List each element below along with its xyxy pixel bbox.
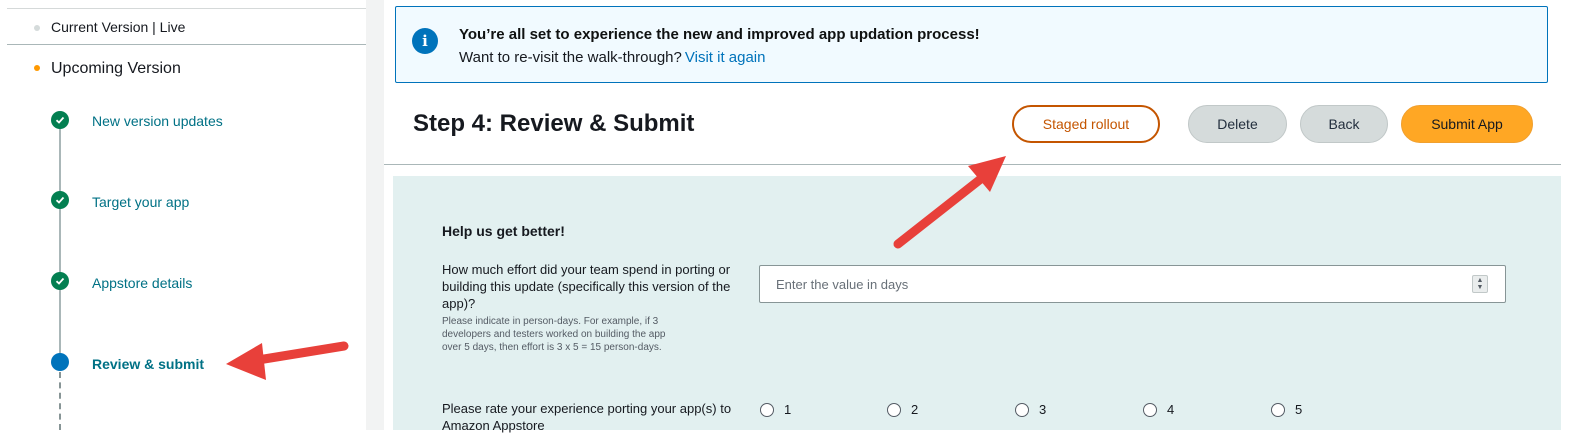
current-version-label: Current Version | Live	[51, 19, 186, 35]
banner-title: You’re all set to experience the new and…	[459, 26, 980, 43]
rating-option-4[interactable]: 4	[1143, 402, 1174, 417]
sidebar-step-review-submit[interactable]: Review & submit	[92, 356, 204, 372]
rating-option-label: 3	[1039, 402, 1047, 417]
rating-option-label: 5	[1295, 402, 1303, 417]
rating-option-2[interactable]: 2	[887, 402, 918, 417]
step-connector-dashed	[59, 372, 61, 430]
rating-option-1[interactable]: 1	[760, 402, 791, 417]
sidebar-step-new-version-updates[interactable]: New version updates	[92, 113, 223, 129]
banner-text: Want to re-visit the walk-through?	[459, 49, 682, 66]
effort-question-label: How much effort did your team spend in p…	[442, 262, 731, 311]
status-dot-icon	[34, 65, 40, 71]
info-icon: i	[412, 28, 438, 54]
effort-help-text: Please indicate in person-days. For exam…	[442, 316, 666, 353]
effort-days-input[interactable]	[759, 265, 1506, 303]
sidebar-step-target-your-app[interactable]: Target your app	[92, 194, 189, 210]
page-title: Step 4: Review & Submit	[413, 110, 695, 137]
rating-option-label: 1	[784, 402, 792, 417]
banner-text-line: Want to re-visit the walk-through? Visit …	[459, 49, 765, 66]
staged-rollout-button[interactable]: Staged rollout	[1012, 105, 1160, 143]
status-dot-icon	[34, 25, 40, 31]
back-button[interactable]: Back	[1300, 105, 1388, 143]
current-step-icon	[51, 353, 69, 371]
rating-option-3[interactable]: 3	[1015, 402, 1046, 417]
submit-app-button[interactable]: Submit App	[1401, 105, 1533, 143]
radio-circle-icon[interactable]	[1143, 402, 1157, 417]
info-banner: i You’re all set to experience the new a…	[395, 6, 1548, 83]
radio-circle-icon[interactable]	[887, 402, 901, 417]
rating-option-label: 4	[1167, 402, 1175, 417]
number-stepper-icon[interactable]: ▲ ▼	[1472, 275, 1488, 293]
check-circle-icon	[51, 111, 69, 129]
delete-button[interactable]: Delete	[1188, 105, 1287, 143]
current-version-item[interactable]: Current Version | Live	[7, 8, 366, 45]
radio-circle-icon[interactable]	[1015, 402, 1029, 417]
layout-gutter	[366, 0, 384, 430]
feedback-survey-panel: Help us get better! How much effort did …	[393, 176, 1561, 433]
visit-again-link[interactable]: Visit it again	[685, 49, 766, 66]
rating-option-5[interactable]: 5	[1271, 402, 1302, 417]
rating-option-label: 2	[911, 402, 919, 417]
rating-question-label: Please rate your experience porting your…	[442, 401, 732, 433]
survey-heading: Help us get better!	[442, 223, 565, 239]
check-circle-icon	[51, 191, 69, 209]
radio-circle-icon[interactable]	[760, 402, 774, 417]
step-connector-line	[59, 128, 61, 362]
upcoming-version-label: Upcoming Version	[51, 60, 181, 77]
sidebar-step-appstore-details[interactable]: Appstore details	[92, 275, 192, 291]
header-divider	[384, 164, 1561, 165]
version-sidebar: Current Version | Live Upcoming Version …	[0, 0, 366, 430]
radio-circle-icon[interactable]	[1271, 402, 1285, 417]
check-circle-icon	[51, 272, 69, 290]
